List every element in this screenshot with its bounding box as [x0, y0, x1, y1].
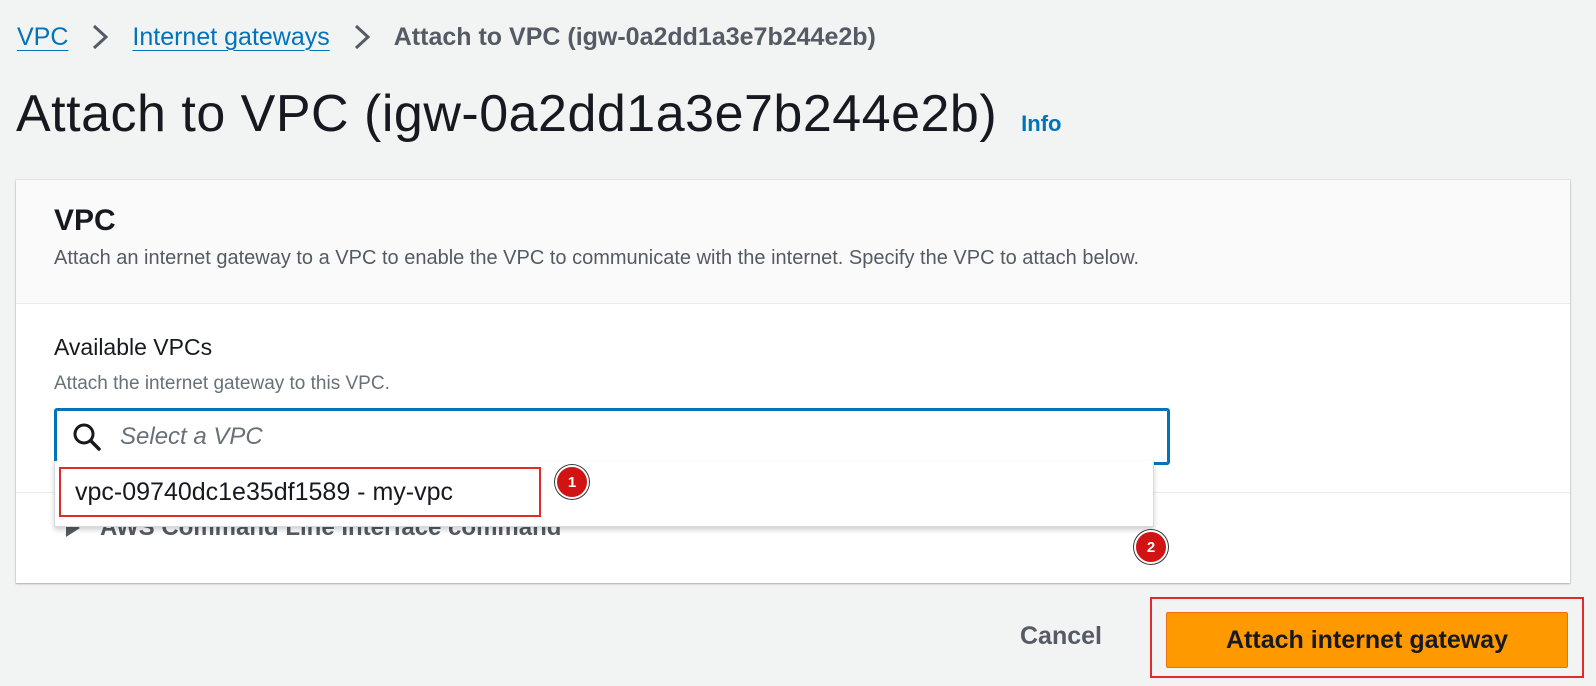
panel-header: VPC Attach an internet gateway to a VPC … — [16, 180, 1570, 304]
breadcrumb: VPC Internet gateways Attach to VPC (igw… — [17, 22, 876, 52]
breadcrumb-current: Attach to VPC (igw-0a2dd1a3e7b244e2b) — [393, 22, 876, 51]
step-1-badge: 1 — [555, 465, 589, 499]
breadcrumb-link-vpc[interactable]: VPC — [17, 23, 68, 52]
search-icon — [72, 422, 102, 452]
chevron-right-icon — [78, 22, 122, 52]
breadcrumb-link-internet-gateways[interactable]: Internet gateways — [132, 23, 329, 52]
vpc-select-placeholder: Select a VPC — [120, 422, 263, 450]
attach-internet-gateway-button[interactable]: Attach internet gateway — [1166, 612, 1568, 668]
panel-description: Attach an internet gateway to a VPC to e… — [54, 247, 1140, 269]
panel-heading: VPC — [54, 204, 116, 237]
vpc-select-input[interactable]: Select a VPC — [54, 408, 1170, 465]
step-2-badge: 2 — [1134, 530, 1168, 564]
cancel-button[interactable]: Cancel — [1020, 622, 1102, 651]
chevron-right-icon — [340, 22, 384, 52]
page-header: Attach to VPC (igw-0a2dd1a3e7b244e2b) In… — [16, 84, 1062, 144]
page-title: Attach to VPC (igw-0a2dd1a3e7b244e2b) — [16, 85, 998, 143]
info-link[interactable]: Info — [1021, 111, 1061, 137]
vpc-option[interactable]: vpc-09740dc1e35df1589 - my-vpc — [59, 467, 541, 517]
available-vpcs-label: Available VPCs — [54, 334, 213, 360]
vpc-dropdown-list: vpc-09740dc1e35df1589 - my-vpc — [54, 461, 1154, 527]
available-vpcs-hint: Attach the internet gateway to this VPC. — [54, 373, 390, 394]
